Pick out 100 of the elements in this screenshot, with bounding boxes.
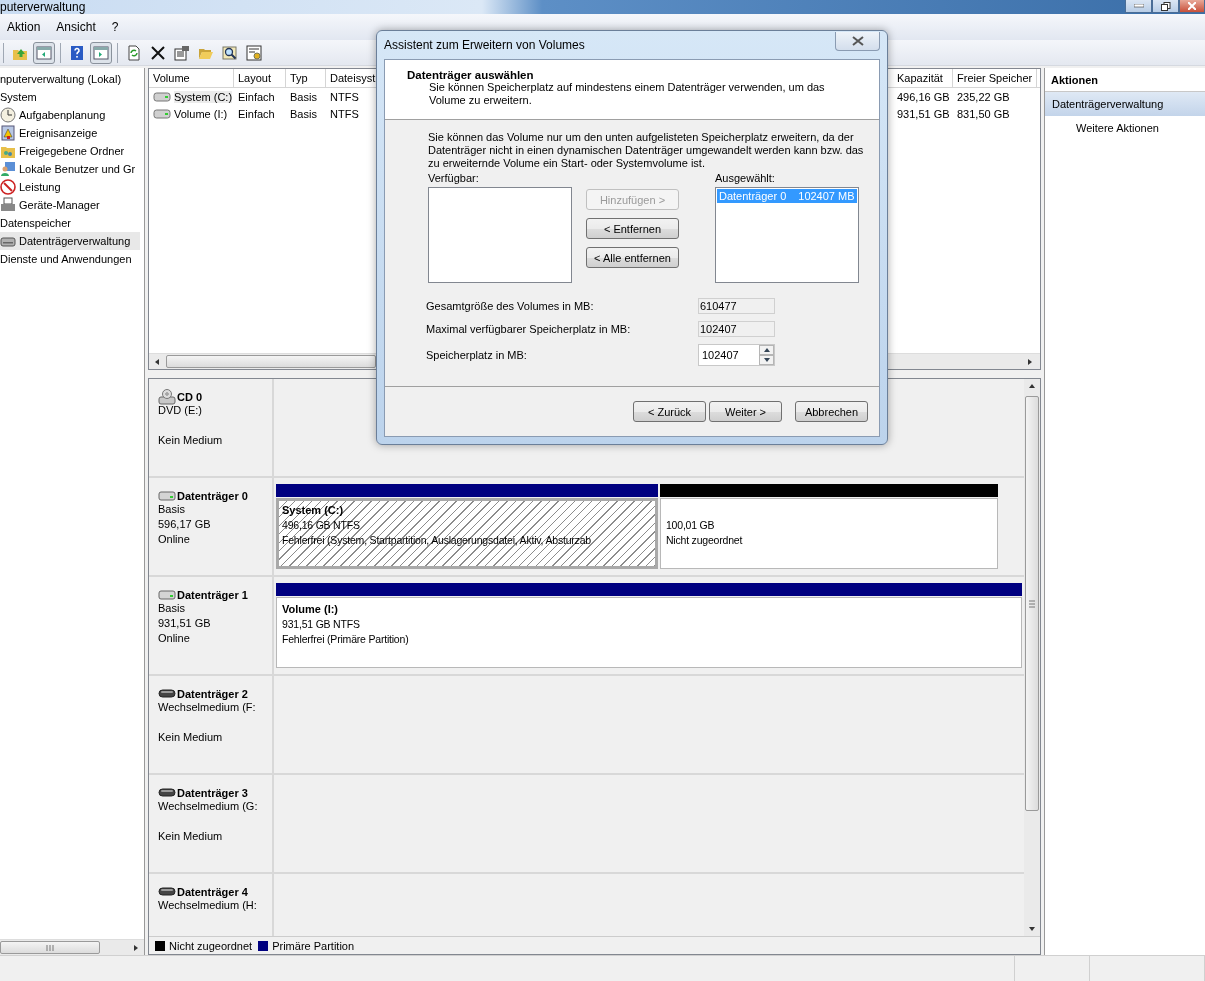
partition-block[interactable]: System (C:) 496,16 GB NTFS Fehlerfrei (System, Startpartition, Auslagerungsdatei, Aktiv, Absturzab: [276, 498, 658, 569]
partition-size: 100,01 GB: [665, 519, 715, 531]
move-button[interactable]: < Alle entfernen: [586, 247, 679, 268]
spin-field[interactable]: 102407: [698, 344, 775, 366]
tree-item[interactable]: Leistung: [0, 178, 140, 196]
wizard-subheading: Sie können Speicherplatz auf mindestens einem Datenträger verwenden, um das Volume zu erweitern.: [428, 81, 826, 107]
partition-status: Nicht zugeordnet: [665, 534, 743, 546]
table-cell: Volume (I:): [174, 107, 228, 120]
info-text: Sie können das Volume nur um den unten aufgelisteten Speicherplatz erweitern, da der Datenträger nicht in einen dynamischen Datenträger umgewandelt werden kann bzw. das zu erweiternde Volume ein Start- oder Systemvolume ist.: [428, 131, 865, 170]
column-header[interactable]: Volume: [149, 69, 234, 87]
maximize-button[interactable]: [1152, 0, 1179, 13]
disk-name: CD 0: [177, 390, 203, 403]
table-cell: NTFS: [330, 107, 359, 120]
scroll-right-icon[interactable]: [1026, 356, 1034, 367]
dialog-button[interactable]: Weiter >: [709, 401, 782, 422]
actions-section[interactable]: Datenträgerverwaltung: [1045, 92, 1205, 116]
scrollbar-thumb[interactable]: [0, 941, 100, 954]
field-label: Gesamtgröße des Volumes in MB:: [426, 300, 595, 312]
column-header[interactable]: Typ: [286, 69, 326, 87]
disk-type: Wechselmedium (H:: [158, 899, 258, 913]
dialog-button[interactable]: Abbrechen: [795, 401, 868, 422]
restore-icon: [1160, 1, 1171, 11]
menu-item[interactable]: Ansicht: [56, 20, 96, 34]
tree-item[interactable]: Geräte-Manager: [0, 196, 140, 214]
list-label: Ausgewählt:: [715, 172, 776, 184]
scrollbar-thumb[interactable]: [1025, 396, 1039, 811]
list-label: Verfügbar:: [428, 172, 480, 184]
move-button[interactable]: < Entfernen: [586, 218, 679, 239]
pane-icon: [36, 44, 52, 61]
disk-name: Datenträger 4: [177, 885, 248, 898]
tree-item[interactable]: Datenspeicher: [0, 214, 140, 232]
menu-item[interactable]: ?: [111, 20, 119, 34]
scroll-right-icon[interactable]: [132, 942, 140, 953]
close-button[interactable]: [835, 31, 880, 51]
users-icon: [0, 161, 16, 177]
legend-label: Nicht zugeordnet: [169, 939, 253, 952]
tree-item[interactable]: Lokale Benutzer und Gr: [0, 160, 140, 178]
disk-type: Wechselmedium (F:: [158, 701, 257, 715]
table-cell: Basis: [290, 107, 317, 120]
scroll-left-icon[interactable]: [153, 356, 161, 367]
readonly-field: 610477: [698, 298, 775, 314]
close-icon: [1188, 2, 1196, 10]
removable-drive-icon: [158, 688, 176, 699]
disk-status: Kein Medium: [158, 830, 224, 844]
table-cell: 831,50 GB: [957, 107, 1010, 120]
properties-icon: [174, 44, 190, 61]
refresh-icon: [126, 44, 142, 61]
table-cell: 931,51 GB: [897, 107, 950, 120]
column-header[interactable]: Layout: [234, 69, 286, 87]
spin-down-button[interactable]: [759, 355, 774, 365]
close-icon: [851, 35, 864, 46]
partition-block[interactable]: Volume (I:) 931,51 GB NTFS Fehlerfrei (Primäre Partition): [276, 597, 1022, 668]
disk-type: Basis: [158, 602, 186, 616]
field-label: Maximal verfügbarer Speicherplatz in MB:: [426, 323, 632, 335]
minimize-icon: [1133, 4, 1144, 8]
table-cell: 235,22 GB: [957, 90, 1010, 103]
table-cell: System (C:): [174, 90, 233, 103]
minimize-button[interactable]: [1125, 0, 1152, 13]
tree-item[interactable]: Freigegebene Ordner: [0, 142, 140, 160]
removable-drive-icon: [158, 787, 176, 798]
disk-status: Kein Medium: [158, 434, 224, 448]
dialog-title: Assistent zum Erweitern von Volumes: [384, 38, 585, 52]
legend-label: Primäre Partition: [272, 939, 355, 952]
table-cell: Einfach: [238, 107, 275, 120]
partition-status: Fehlerfrei (Primäre Partition): [282, 633, 409, 645]
wizard-heading: Datenträger auswählen: [407, 69, 535, 81]
close-button[interactable]: [1179, 0, 1205, 13]
column-header[interactable]: Freier Speicher: [953, 69, 1037, 87]
tree-item[interactable]: Datenträgerverwaltung: [0, 232, 140, 250]
drive-icon: [158, 588, 176, 601]
column-header[interactable]: Kapazität: [893, 69, 953, 87]
action-link[interactable]: Weitere Aktionen: [1045, 116, 1205, 140]
delete-icon: [150, 44, 166, 61]
disk-size: 596,17 GB: [158, 518, 212, 532]
help-icon: [69, 44, 85, 61]
disk-type: DVD (E:): [158, 404, 203, 418]
pane-icon: [93, 44, 109, 61]
tree-item[interactable]: nputerverwaltung (Lokal): [0, 70, 140, 88]
field-label: Speicherplatz in MB:: [426, 349, 528, 361]
menu-item[interactable]: Aktion: [7, 20, 41, 34]
drive-icon: [158, 489, 176, 502]
disk-name: Datenträger 2: [177, 687, 248, 700]
dialog-button[interactable]: < Zurück: [633, 401, 706, 422]
disk-name: Datenträger 3: [177, 786, 248, 799]
grip-icon: [1029, 599, 1035, 608]
table-cell: 496,16 GB: [897, 90, 950, 103]
settings-icon: [246, 44, 262, 61]
tree-item[interactable]: Ereignisanzeige: [0, 124, 140, 142]
partition-name: Volume (I:): [282, 603, 338, 615]
available-list[interactable]: [428, 187, 572, 283]
tree-item[interactable]: Dienste und Anwendungen: [0, 250, 140, 268]
tree-item[interactable]: Aufgabenplanung: [0, 106, 140, 124]
partition-status: Fehlerfrei (System, Startpartition, Auslagerungsdatei, Aktiv, Absturzab: [282, 534, 591, 546]
partition-block[interactable]: 100,01 GB Nicht zugeordnet: [659, 498, 998, 569]
spin-up-button[interactable]: [759, 345, 774, 355]
clock-icon: [0, 107, 16, 123]
tree-item[interactable]: System: [0, 88, 140, 106]
scrollbar-thumb[interactable]: [166, 355, 376, 368]
disk-name: Datenträger 0: [177, 489, 248, 502]
table-cell: Basis: [290, 90, 317, 103]
